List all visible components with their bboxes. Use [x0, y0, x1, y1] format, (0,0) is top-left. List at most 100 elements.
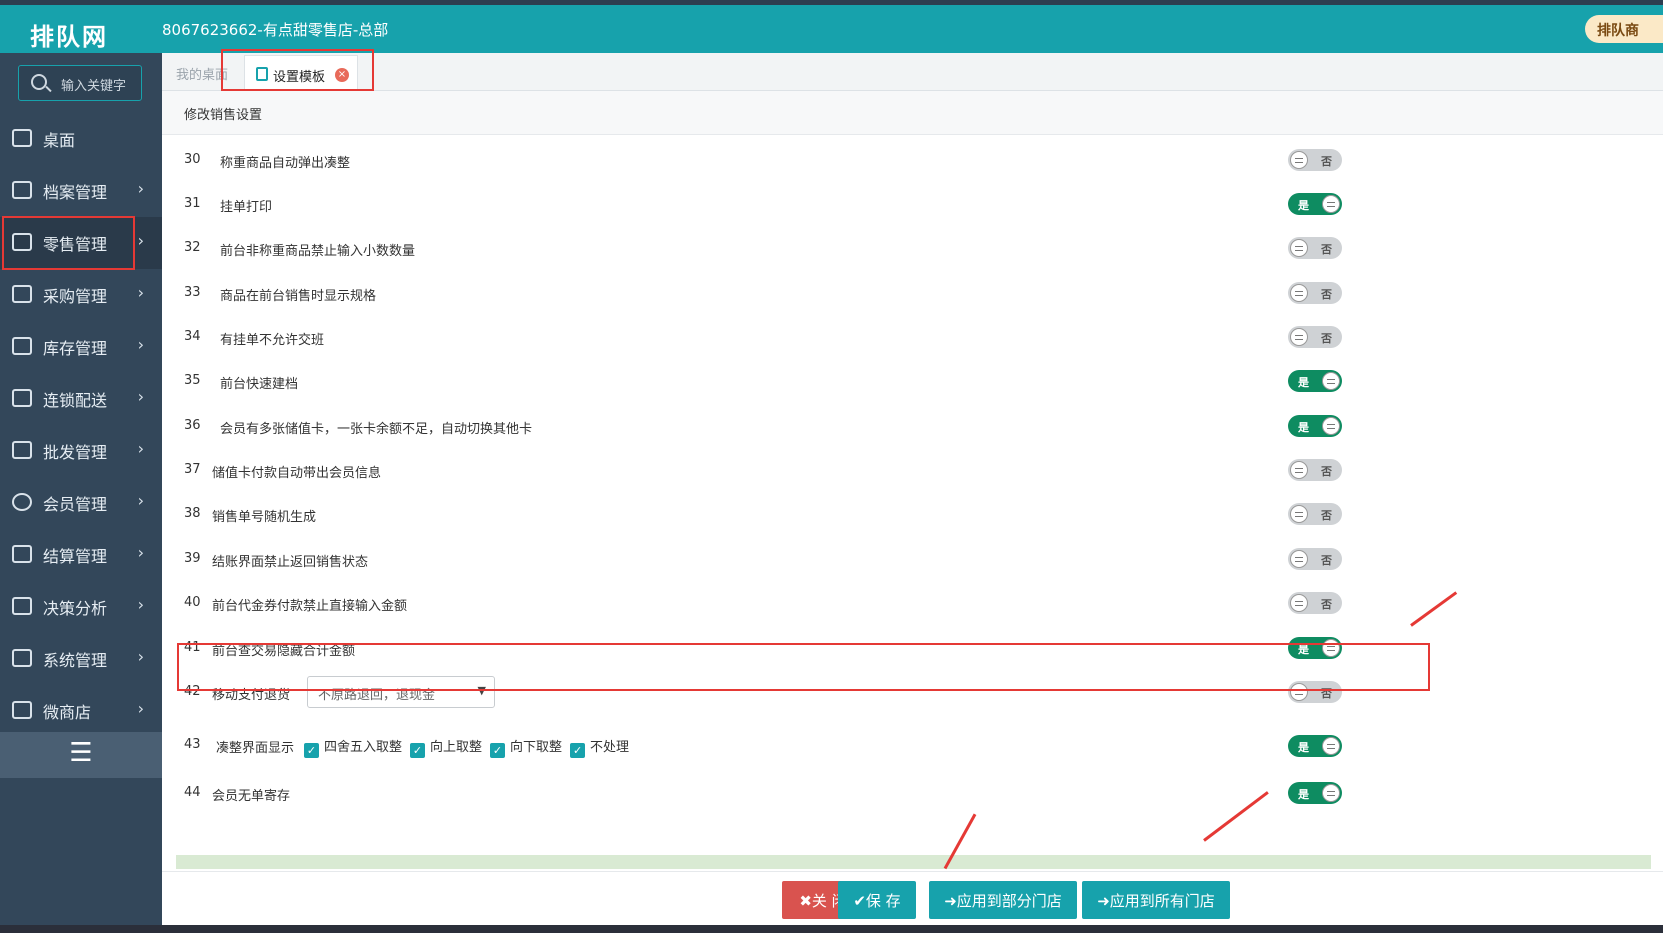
setting-row: 38 销售单号随机生成 否: [176, 492, 1651, 536]
section-title: 修改销售设置: [162, 91, 1663, 135]
sidebar-item-8[interactable]: 结算管理 ›: [0, 529, 162, 581]
sidebar: 输入关键字 桌面 档案管理 › 零售管理 › 采购管理 › 库存管理 › 连锁配送 › 批发管理 › 会员…: [0, 53, 162, 933]
setting-toggle[interactable]: 否: [1288, 503, 1342, 525]
sidebar-nav: 桌面 档案管理 › 零售管理 › 采购管理 › 库存管理 › 连锁配送 › 批发管理 › 会员管理 › 结算管…: [0, 113, 162, 737]
sidebar-item-9[interactable]: 决策分析 ›: [0, 581, 162, 633]
setting-toggle[interactable]: 是: [1288, 193, 1342, 215]
apply-all-stores-button[interactable]: ➜应用到所有门店: [1082, 881, 1230, 919]
toggle-text: 否: [1321, 288, 1332, 301]
main-content: 我的桌面 设置模板 × 修改销售设置 30 称重商品自动弹出凑整否 31 挂单打印是 3…: [162, 53, 1663, 925]
sidebar-item-0[interactable]: 桌面: [0, 113, 162, 165]
sidebar-item-label: 系统管理: [43, 651, 108, 670]
setting-row: 43 凑整界面显示 ✓ 四舍五入取整 ✓ 向上取整 ✓ 向下取整 ✓ 不处理 是: [176, 723, 1651, 767]
chevron-right-icon: ›: [137, 231, 144, 250]
wholesale-icon: [12, 441, 32, 459]
save-button[interactable]: ✔保 存: [838, 881, 916, 919]
setting-number: 39: [184, 551, 201, 566]
checkmark-icon: ✓: [490, 743, 506, 758]
setting-toggle[interactable]: 否: [1288, 459, 1342, 481]
setting-number: 31: [184, 196, 201, 211]
chevron-right-icon: ›: [137, 283, 144, 302]
rounding-checkbox[interactable]: ✓ 四舍五入取整: [304, 736, 402, 758]
rounding-checkbox[interactable]: ✓ 向上取整: [410, 736, 482, 758]
setting-label: 前台快速建档: [220, 377, 299, 392]
setting-toggle[interactable]: 否: [1288, 237, 1342, 259]
setting-toggle[interactable]: 是: [1288, 370, 1342, 392]
toggle-text: 否: [1321, 509, 1332, 522]
sidebar-item-label: 连锁配送: [43, 391, 108, 410]
toggle-text: 否: [1321, 243, 1332, 256]
toggle-knob-icon: [1290, 239, 1308, 257]
app-logo: 排队网: [30, 23, 108, 51]
setting-number: 35: [184, 373, 201, 388]
setting-label: 称重商品自动弹出凑整: [220, 156, 351, 171]
rounding-checkbox[interactable]: ✓ 不处理: [570, 736, 629, 758]
sidebar-item-label: 决策分析: [43, 599, 108, 618]
sidebar-item-label: 会员管理: [43, 495, 108, 514]
top-bar: 排队网 8067623662-有点甜零售店-总部 排队商: [0, 0, 1663, 53]
setting-number: 36: [184, 418, 201, 433]
search-input[interactable]: 输入关键字: [18, 65, 142, 101]
sidebar-item-1[interactable]: 档案管理 ›: [0, 165, 162, 217]
setting-number: 43: [184, 737, 201, 752]
setting-row: 36 会员有多张储值卡，一张卡余额不足，自动切换其他卡 是: [176, 404, 1651, 448]
setting-toggle[interactable]: 是: [1288, 735, 1342, 757]
setting-toggle[interactable]: 是: [1288, 415, 1342, 437]
sidebar-item-6[interactable]: 批发管理 ›: [0, 425, 162, 477]
checkmark-icon: ✓: [570, 743, 586, 758]
sidebar-item-3[interactable]: 采购管理 ›: [0, 269, 162, 321]
sidebar-item-7[interactable]: 会员管理 ›: [0, 477, 162, 529]
sidebar-item-5[interactable]: 连锁配送 ›: [0, 373, 162, 425]
toggle-knob-icon: [1290, 505, 1308, 523]
search-placeholder: 输入关键字: [61, 79, 127, 94]
rounding-checkbox[interactable]: ✓ 向下取整: [490, 736, 562, 758]
setting-number: 37: [184, 462, 201, 477]
setting-toggle[interactable]: 否: [1288, 548, 1342, 570]
rounding-option-label: 不处理: [590, 740, 630, 755]
highlight-box-retail: [2, 216, 135, 270]
tab-bar: 我的桌面 设置模板 ×: [162, 53, 1663, 91]
setting-toggle[interactable]: 否: [1288, 326, 1342, 348]
setting-label: 会员无单寄存: [212, 789, 291, 804]
footer-actions: ✖关 闭 ✔保 存 ➜应用到部分门店 ➜应用到所有门店: [162, 871, 1663, 925]
chevron-right-icon: ›: [137, 387, 144, 406]
setting-row: 35 前台快速建档 是: [176, 359, 1651, 403]
checkmark-icon: ✓: [304, 743, 319, 758]
sidebar-item-11[interactable]: 微商店 ›: [0, 685, 162, 737]
setting-number: 33: [184, 285, 201, 300]
chevron-right-icon: ›: [137, 543, 144, 562]
chevron-right-icon: ›: [137, 647, 144, 666]
setting-row: 31 挂单打印 是: [176, 182, 1651, 226]
toggle-text: 是: [1298, 376, 1309, 389]
shop-badge[interactable]: 排队商: [1585, 15, 1663, 43]
toggle-knob-icon: [1290, 151, 1308, 169]
sidebar-item-label: 结算管理: [43, 547, 108, 566]
toggle-text: 否: [1321, 332, 1332, 345]
setting-label: 前台非称重商品禁止输入小数数量: [220, 244, 416, 259]
setting-toggle[interactable]: 否: [1288, 282, 1342, 304]
setting-row: 44 会员无单寄存 是: [176, 771, 1651, 815]
apply-some-stores-button[interactable]: ➜应用到部分门店: [929, 881, 1077, 919]
toggle-text: 是: [1298, 199, 1309, 212]
setting-label: 有挂单不允许交班: [220, 333, 325, 348]
setting-label: 前台代金券付款禁止直接输入金额: [212, 599, 408, 614]
rounding-option-label: 四舍五入取整: [324, 740, 403, 755]
setting-row: 34 有挂单不允许交班 否: [176, 315, 1651, 359]
setting-toggle[interactable]: 否: [1288, 592, 1342, 614]
setting-toggle[interactable]: 是: [1288, 782, 1342, 804]
cart-icon: [12, 285, 32, 303]
setting-row: 37 储值卡付款自动带出会员信息 否: [176, 448, 1651, 492]
highlight-box-tab: [221, 49, 374, 91]
toggle-knob-icon: [1322, 784, 1340, 802]
sidebar-item-4[interactable]: 库存管理 ›: [0, 321, 162, 373]
toggle-text: 否: [1321, 155, 1332, 168]
collapse-menu-button[interactable]: ☰: [0, 732, 162, 778]
toggle-text: 是: [1298, 421, 1309, 434]
setting-row: 33 商品在前台销售时显示规格 否: [176, 271, 1651, 315]
toggle-text: 是: [1298, 741, 1309, 754]
setting-toggle[interactable]: 否: [1288, 149, 1342, 171]
toggle-knob-icon: [1322, 417, 1340, 435]
sidebar-item-10[interactable]: 系统管理 ›: [0, 633, 162, 685]
setting-label: 储值卡付款自动带出会员信息: [212, 466, 382, 481]
setting-label: 凑整界面显示: [216, 741, 295, 756]
